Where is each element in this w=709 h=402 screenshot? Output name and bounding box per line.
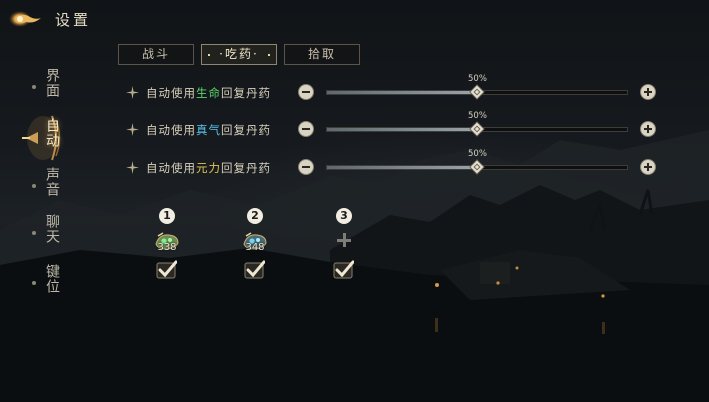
nav-bullet [32, 231, 36, 235]
decrease-button[interactable] [298, 121, 314, 137]
tab-combat[interactable]: 战斗 [118, 44, 194, 65]
item-count: 348 [245, 242, 265, 253]
slider-percent-label: 50% [468, 149, 487, 159]
slider-handle-icon[interactable] [469, 84, 485, 100]
potion-slot-3: 3 [324, 208, 364, 284]
page-title: 设置 [55, 11, 92, 29]
setting-label: 自动使用真气回复丹药 [146, 122, 271, 138]
enable-checkbox[interactable] [155, 260, 177, 280]
slot-number-badge: 2 [247, 208, 263, 224]
slider-percent-label: 50% [468, 74, 487, 84]
threshold-slider[interactable]: 50% [326, 149, 628, 175]
slot-number-badge: 3 [336, 208, 352, 224]
decrease-button[interactable] [298, 84, 314, 100]
label-suffix: 回复丹药 [221, 123, 271, 137]
increase-button[interactable] [640, 121, 656, 137]
label-suffix: 回复丹药 [221, 161, 271, 175]
nav-item-label: 自动 [44, 118, 60, 148]
auto-qi-potion-row: 自动使用真气回复丹药 50% [126, 111, 666, 140]
label-prefix: 自动使用 [146, 123, 196, 137]
label-suffix: 回复丹药 [221, 86, 271, 100]
setting-label: 自动使用生命回复丹药 [146, 85, 271, 101]
nav-item-label: 界面 [44, 68, 60, 98]
label-highlight: 生命 [196, 86, 221, 100]
add-icon[interactable] [336, 232, 352, 248]
label-prefix: 自动使用 [146, 86, 196, 100]
auto-life-potion-row: 自动使用生命回复丹药 50% [126, 74, 666, 103]
threshold-slider[interactable]: 50% [326, 74, 628, 100]
slider-fill [327, 128, 477, 131]
nav-item-interface[interactable]: 界面 [22, 68, 82, 108]
potion-slot-2: 2 348 [235, 208, 275, 284]
nav-item-label: 聊天 [44, 214, 60, 244]
slot-number-badge: 1 [159, 208, 175, 224]
sparkle-plus-icon [126, 86, 139, 99]
increase-button[interactable] [640, 159, 656, 175]
enable-checkbox[interactable] [332, 260, 354, 280]
increase-button[interactable] [640, 84, 656, 100]
nav-item-chat[interactable]: 聊天 [22, 214, 82, 254]
threshold-slider[interactable]: 50% [326, 111, 628, 137]
slider-percent-label: 50% [468, 111, 487, 121]
slider-fill [327, 91, 477, 94]
nav-item-auto[interactable]: 自动 [22, 115, 82, 161]
label-prefix: 自动使用 [146, 161, 196, 175]
slider-fill [327, 166, 477, 169]
nav-bullet [32, 85, 36, 89]
setting-label: 自动使用元力回复丹药 [146, 160, 271, 176]
sparkle-plus-icon [126, 161, 139, 174]
nav-item-sound[interactable]: 声音 [22, 167, 82, 207]
nav-item-keybind[interactable]: 键位 [22, 264, 82, 304]
nav-item-label: 键位 [44, 264, 60, 294]
item-count: 338 [157, 242, 177, 253]
nav-bullet [32, 184, 36, 188]
auto-force-potion-row: 自动使用元力回复丹药 50% [126, 149, 666, 178]
slider-handle-icon[interactable] [469, 121, 485, 137]
nav-item-label: 声音 [44, 167, 60, 197]
enable-checkbox[interactable] [243, 260, 265, 280]
decrease-button[interactable] [298, 159, 314, 175]
tab-medicine[interactable]: ·吃药· [201, 44, 277, 65]
settings-emblem-icon [9, 11, 41, 27]
label-highlight: 元力 [196, 161, 221, 175]
label-highlight: 真气 [196, 123, 221, 137]
slider-handle-icon[interactable] [469, 159, 485, 175]
nav-bullet [32, 281, 36, 285]
sparkle-plus-icon [126, 123, 139, 136]
potion-slot-1: 1 338 [147, 208, 187, 284]
tab-pickup[interactable]: 拾取 [284, 44, 360, 65]
